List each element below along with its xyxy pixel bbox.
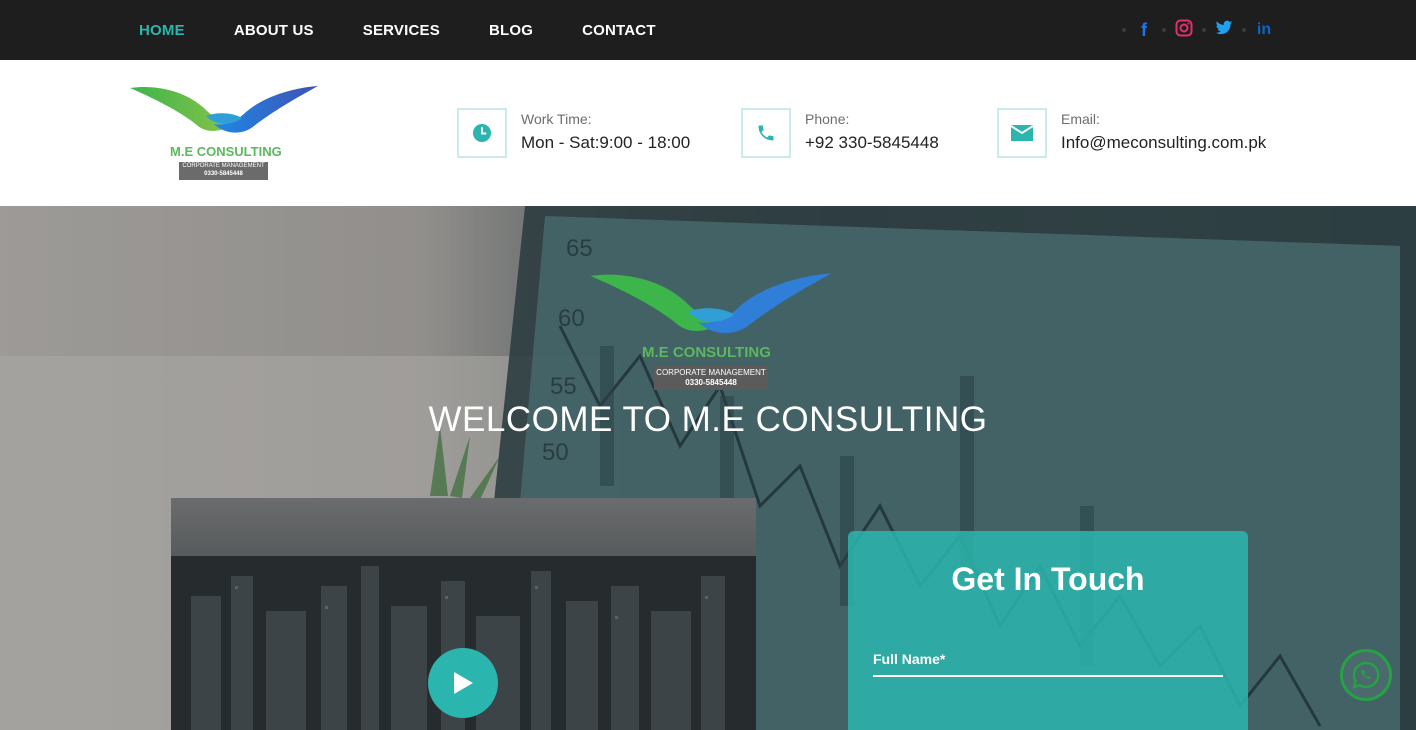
clock-icon — [457, 108, 507, 158]
facebook-icon[interactable]: f — [1132, 20, 1156, 41]
whatsapp-icon — [1352, 661, 1380, 689]
hero-logo-tagline: CORPORATE MANAGEMENT — [656, 368, 766, 377]
hero-title: WELCOME TO M.E CONSULTING — [428, 400, 988, 439]
social-links: f in — [1116, 0, 1276, 60]
nav-home[interactable]: HOME — [139, 22, 185, 39]
envelope-icon — [997, 108, 1047, 158]
separator-dot — [1242, 28, 1246, 32]
hero-logo-phone: 0330-5845448 — [685, 378, 737, 387]
phone-info: Phone: +92 330-5845448 — [741, 108, 939, 158]
phone-value[interactable]: +92 330-5845448 — [805, 133, 939, 153]
site-logo[interactable]: M.E CONSULTING CORPORATE MANAGEMENT 0330… — [128, 82, 320, 182]
video-thumbnail[interactable] — [171, 498, 756, 730]
email-value[interactable]: Info@meconsulting.com.pk — [1061, 133, 1266, 153]
separator-dot — [1122, 28, 1126, 32]
nav-services[interactable]: SERVICES — [363, 22, 440, 39]
contact-form-title: Get In Touch — [951, 561, 1145, 597]
hero-logo-wings-icon — [590, 273, 832, 334]
logo-name: M.E CONSULTING — [170, 144, 282, 159]
play-icon — [454, 672, 473, 694]
hero-section: 65 60 55 50 M.E CONSULTING CORPORATE MAN… — [0, 206, 1416, 730]
full-name-field[interactable]: Full Name* — [873, 651, 1223, 677]
work-time-value: Mon - Sat:9:00 - 18:00 — [521, 133, 691, 152]
email-info: Email: Info@meconsulting.com.pk — [997, 108, 1266, 158]
nav-blog[interactable]: BLOG — [489, 22, 533, 39]
contact-form-card: Get In Touch Full Name* — [848, 531, 1248, 730]
nav-contact[interactable]: CONTACT — [582, 22, 656, 39]
phone-label: Phone: — [805, 111, 850, 127]
separator-dot — [1202, 28, 1206, 32]
instagram-icon[interactable] — [1172, 19, 1196, 42]
separator-dot — [1162, 28, 1166, 32]
hero-logo-name: M.E CONSULTING — [642, 344, 771, 361]
work-time-info: Work Time: Mon - Sat:9:00 - 18:00 — [457, 108, 690, 158]
hero-logo: M.E CONSULTING CORPORATE MANAGEMENT 0330… — [588, 268, 834, 396]
logo-tagline-strip: CORPORATE MANAGEMENT 0330-5845448 — [179, 162, 268, 180]
phone-icon — [741, 108, 791, 158]
logo-tagline: CORPORATE MANAGEMENT — [182, 163, 265, 169]
twitter-icon[interactable] — [1212, 20, 1236, 41]
whatsapp-button[interactable] — [1340, 649, 1392, 701]
main-nav: HOME ABOUT US SERVICES BLOG CONTACT — [139, 0, 705, 60]
email-label: Email: — [1061, 111, 1100, 127]
logo-wings-icon — [130, 86, 318, 133]
top-nav-bar: HOME ABOUT US SERVICES BLOG CONTACT f in — [0, 0, 1416, 60]
linkedin-icon[interactable]: in — [1252, 21, 1276, 39]
hero-logo-strip: CORPORATE MANAGEMENT 0330-5845448 — [654, 366, 768, 390]
logo-phone: 0330-5845448 — [204, 171, 243, 177]
nav-about-us[interactable]: ABOUT US — [234, 22, 314, 39]
site-header: M.E CONSULTING CORPORATE MANAGEMENT 0330… — [0, 60, 1416, 206]
work-time-label: Work Time: — [521, 111, 592, 127]
play-button[interactable] — [428, 648, 498, 718]
